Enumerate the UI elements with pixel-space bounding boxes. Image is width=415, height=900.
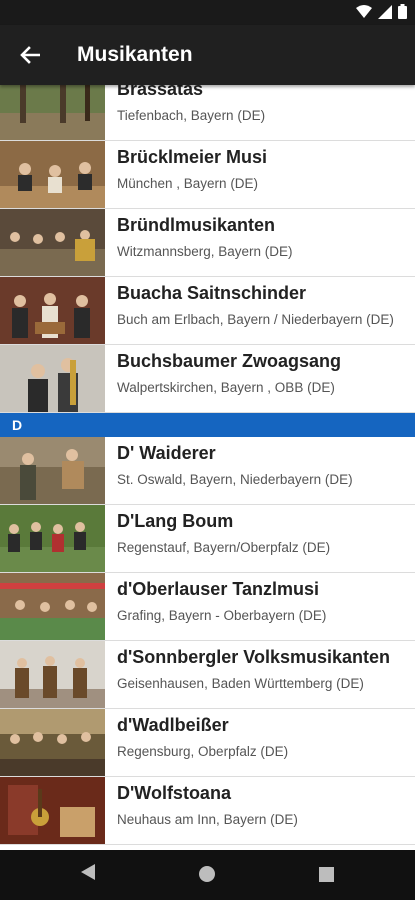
list-item[interactable]: Brücklmeier Musi München , Bayern (DE): [0, 141, 415, 209]
list-item[interactable]: Brassatas Tiefenbach, Bayern (DE): [0, 85, 415, 141]
list-item[interactable]: Bründlmusikanten Witzmannsberg, Bayern (…: [0, 209, 415, 277]
status-bar: [0, 0, 415, 25]
band-location: Regenstauf, Bayern/Oberpfalz (DE): [117, 540, 331, 555]
band-photo: [0, 573, 105, 640]
band-location: St. Oswald, Bayern, Niederbayern (DE): [117, 472, 353, 487]
band-location: Grafing, Bayern - Oberbayern (DE): [117, 608, 327, 623]
band-location: Buch am Erlbach, Bayern / Niederbayern (…: [117, 312, 394, 327]
band-name: Brassatas: [117, 85, 204, 99]
band-location: Tiefenbach, Bayern (DE): [117, 108, 266, 123]
band-name: D' Waiderer: [117, 443, 216, 463]
band-photo: [0, 709, 105, 776]
list-item[interactable]: Buacha Saitnschinder Buch am Erlbach, Ba…: [0, 277, 415, 345]
band-name: Buchsbaumer Zwoagsang: [117, 351, 342, 371]
list-item[interactable]: d'Sonnbergler Volksmusikanten Geisenhaus…: [0, 641, 415, 709]
navigation-bar: [0, 850, 415, 900]
band-photo: [0, 85, 105, 140]
nav-home-icon[interactable]: [199, 866, 215, 882]
battery-icon: [398, 4, 407, 19]
band-name: d'Wadlbeißer: [117, 715, 229, 735]
band-location: Walpertskirchen, Bayern , OBB (DE): [117, 380, 335, 395]
app-bar: Musikanten: [0, 25, 415, 85]
list-item[interactable]: d'Oberlauser Tanzlmusi Grafing, Bayern -…: [0, 573, 415, 641]
wifi-icon: [356, 4, 372, 18]
band-name: Bründlmusikanten: [117, 215, 276, 235]
signal-icon: [378, 4, 392, 19]
band-name: D'Lang Boum: [117, 511, 234, 531]
arrow-left-icon: [20, 46, 40, 64]
page-title: Musikanten: [77, 43, 193, 66]
list-item[interactable]: D'Wolfstoana Neuhaus am Inn, Bayern (DE): [0, 777, 415, 845]
band-photo: [0, 277, 105, 344]
musician-list[interactable]: Brassatas Tiefenbach, Bayern (DE) Brückl…: [0, 85, 415, 850]
band-location: Neuhaus am Inn, Bayern (DE): [117, 812, 298, 827]
back-button[interactable]: [0, 25, 60, 85]
section-header: D: [0, 413, 415, 437]
band-photo: [0, 777, 105, 844]
nav-recents-icon[interactable]: [319, 867, 334, 882]
list-item[interactable]: d'Wadlbeißer Regensburg, Oberpfalz (DE): [0, 709, 415, 777]
band-photo: [0, 437, 105, 504]
band-photo: [0, 141, 105, 208]
section-letter: D: [12, 417, 23, 433]
nav-back-icon[interactable]: [80, 863, 96, 881]
list-item[interactable]: D' Waiderer St. Oswald, Bayern, Niederba…: [0, 437, 415, 505]
band-photo: [0, 505, 105, 572]
band-name: d'Oberlauser Tanzlmusi: [117, 579, 319, 599]
list-item[interactable]: D'Lang Boum Regenstauf, Bayern/Oberpfalz…: [0, 505, 415, 573]
band-photo: [0, 641, 105, 708]
band-photo: [0, 209, 105, 276]
band-name: Brücklmeier Musi: [117, 147, 268, 167]
band-location: München , Bayern (DE): [117, 176, 259, 191]
band-location: Geisenhausen, Baden Württemberg (DE): [117, 676, 364, 691]
band-name: d'Sonnbergler Volksmusikanten: [117, 647, 391, 667]
band-photo: [0, 345, 105, 412]
band-location: Witzmannsberg, Bayern (DE): [117, 244, 293, 259]
list-item[interactable]: Buchsbaumer Zwoagsang Walpertskirchen, B…: [0, 345, 415, 413]
band-location: Regensburg, Oberpfalz (DE): [117, 744, 289, 759]
band-name: Buacha Saitnschinder: [117, 283, 307, 303]
band-name: D'Wolfstoana: [117, 783, 231, 803]
